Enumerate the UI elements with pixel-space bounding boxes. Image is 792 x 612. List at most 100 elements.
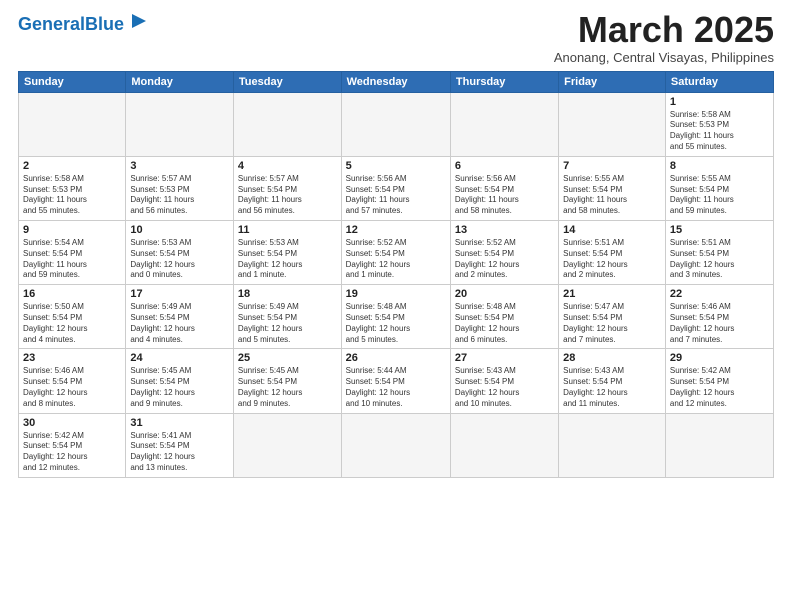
calendar-week-row: 2 Sunrise: 5:58 AM Sunset: 5:53 PM Daylig… — [19, 156, 774, 220]
table-row: 7Sunrise: 5:55 AM Sunset: 5:54 PM Daylig… — [559, 156, 666, 220]
day-info: Sunrise: 5:56 AM Sunset: 5:54 PM Dayligh… — [455, 174, 554, 217]
table-row: 21 Sunrise: 5:47 AM Sunset: 5:54 PM Dayli… — [559, 285, 666, 349]
col-friday: Friday — [559, 71, 666, 92]
table-row: 8Sunrise: 5:55 AM Sunset: 5:54 PM Daylig… — [665, 156, 773, 220]
day-number: 1 — [670, 96, 769, 108]
col-monday: Monday — [126, 71, 234, 92]
day-number: 30 — [23, 417, 121, 429]
day-number: 19 — [346, 288, 446, 300]
day-info: Sunrise: 5:58 AM Sunset: 5:53 PM Dayligh… — [670, 110, 769, 153]
day-number: 23 — [23, 352, 121, 364]
day-info: Sunrise: 5:42 AM Sunset: 5:54 PM Dayligh… — [670, 366, 769, 409]
table-row: 19 Sunrise: 5:48 AM Sunset: 5:54 PM Dayli… — [341, 285, 450, 349]
day-info: Sunrise: 5:51 AM Sunset: 5:54 PM Dayligh… — [563, 238, 661, 281]
day-number: 15 — [670, 224, 769, 236]
table-row: 25 Sunrise: 5:45 AM Sunset: 5:54 PM Dayli… — [233, 349, 341, 413]
table-row: 23 Sunrise: 5:46 AM Sunset: 5:54 PM Dayli… — [19, 349, 126, 413]
page: GeneralBlue March 2025 Anonang, Central … — [0, 0, 792, 612]
day-info: Sunrise: 5:52 AM Sunset: 5:54 PM Dayligh… — [346, 238, 446, 281]
table-row — [233, 413, 341, 477]
day-number: 10 — [130, 224, 229, 236]
day-info: Sunrise: 5:58 AM Sunset: 5:53 PM Dayligh… — [23, 174, 121, 217]
table-row: 14Sunrise: 5:51 AM Sunset: 5:54 PM Dayli… — [559, 220, 666, 284]
calendar-week-row: 1 Sunrise: 5:58 AM Sunset: 5:53 PM Daylig… — [19, 92, 774, 156]
day-number: 24 — [130, 352, 229, 364]
table-row: 2 Sunrise: 5:58 AM Sunset: 5:53 PM Daylig… — [19, 156, 126, 220]
table-row: 6 Sunrise: 5:56 AM Sunset: 5:54 PM Daylig… — [450, 156, 558, 220]
logo-blue: Blue — [85, 14, 124, 34]
day-number: 7 — [563, 160, 661, 172]
col-sunday: Sunday — [19, 71, 126, 92]
table-row: 20Sunrise: 5:48 AM Sunset: 5:54 PM Dayli… — [450, 285, 558, 349]
table-row — [665, 413, 773, 477]
day-number: 5 — [346, 160, 446, 172]
day-info: Sunrise: 5:44 AM Sunset: 5:54 PM Dayligh… — [346, 366, 446, 409]
day-number: 12 — [346, 224, 446, 236]
table-row — [341, 92, 450, 156]
day-info: Sunrise: 5:47 AM Sunset: 5:54 PM Dayligh… — [563, 302, 661, 345]
title-block: March 2025 Anonang, Central Visayas, Phi… — [554, 10, 774, 65]
day-info: Sunrise: 5:50 AM Sunset: 5:54 PM Dayligh… — [23, 302, 121, 345]
day-number: 28 — [563, 352, 661, 364]
calendar-week-row: 9 Sunrise: 5:54 AM Sunset: 5:54 PM Daylig… — [19, 220, 774, 284]
day-info: Sunrise: 5:45 AM Sunset: 5:54 PM Dayligh… — [238, 366, 337, 409]
day-number: 25 — [238, 352, 337, 364]
day-info: Sunrise: 5:41 AM Sunset: 5:54 PM Dayligh… — [130, 431, 229, 474]
table-row — [450, 413, 558, 477]
day-number: 16 — [23, 288, 121, 300]
table-row: 17Sunrise: 5:49 AM Sunset: 5:54 PM Dayli… — [126, 285, 234, 349]
day-number: 29 — [670, 352, 769, 364]
table-row: 15Sunrise: 5:51 AM Sunset: 5:54 PM Dayli… — [665, 220, 773, 284]
day-info: Sunrise: 5:48 AM Sunset: 5:54 PM Dayligh… — [346, 302, 446, 345]
table-row: 29 Sunrise: 5:42 AM Sunset: 5:54 PM Dayli… — [665, 349, 773, 413]
table-row: 12 Sunrise: 5:52 AM Sunset: 5:54 PM Dayli… — [341, 220, 450, 284]
day-info: Sunrise: 5:52 AM Sunset: 5:54 PM Dayligh… — [455, 238, 554, 281]
day-number: 13 — [455, 224, 554, 236]
day-info: Sunrise: 5:42 AM Sunset: 5:54 PM Dayligh… — [23, 431, 121, 474]
col-tuesday: Tuesday — [233, 71, 341, 92]
day-number: 3 — [130, 160, 229, 172]
day-number: 22 — [670, 288, 769, 300]
table-row: 28Sunrise: 5:43 AM Sunset: 5:54 PM Dayli… — [559, 349, 666, 413]
table-row: 26 Sunrise: 5:44 AM Sunset: 5:54 PM Dayli… — [341, 349, 450, 413]
day-number: 9 — [23, 224, 121, 236]
day-info: Sunrise: 5:46 AM Sunset: 5:54 PM Dayligh… — [23, 366, 121, 409]
day-info: Sunrise: 5:54 AM Sunset: 5:54 PM Dayligh… — [23, 238, 121, 281]
day-info: Sunrise: 5:45 AM Sunset: 5:54 PM Dayligh… — [130, 366, 229, 409]
day-number: 26 — [346, 352, 446, 364]
day-info: Sunrise: 5:53 AM Sunset: 5:54 PM Dayligh… — [130, 238, 229, 281]
table-row: 5 Sunrise: 5:56 AM Sunset: 5:54 PM Daylig… — [341, 156, 450, 220]
table-row: 30 Sunrise: 5:42 AM Sunset: 5:54 PM Dayli… — [19, 413, 126, 477]
table-row: 24 Sunrise: 5:45 AM Sunset: 5:54 PM Dayli… — [126, 349, 234, 413]
table-row: 18 Sunrise: 5:49 AM Sunset: 5:54 PM Dayli… — [233, 285, 341, 349]
table-row — [126, 92, 234, 156]
day-number: 18 — [238, 288, 337, 300]
table-row: 31Sunrise: 5:41 AM Sunset: 5:54 PM Dayli… — [126, 413, 234, 477]
table-row: 9 Sunrise: 5:54 AM Sunset: 5:54 PM Daylig… — [19, 220, 126, 284]
month-year: March 2025 — [554, 10, 774, 50]
table-row: 16 Sunrise: 5:50 AM Sunset: 5:54 PM Dayli… — [19, 285, 126, 349]
table-row — [559, 413, 666, 477]
logo-icon — [128, 10, 150, 37]
calendar-week-row: 16 Sunrise: 5:50 AM Sunset: 5:54 PM Dayli… — [19, 285, 774, 349]
day-number: 11 — [238, 224, 337, 236]
day-info: Sunrise: 5:49 AM Sunset: 5:54 PM Dayligh… — [238, 302, 337, 345]
calendar-header-row: Sunday Monday Tuesday Wednesday Thursday… — [19, 71, 774, 92]
day-info: Sunrise: 5:57 AM Sunset: 5:53 PM Dayligh… — [130, 174, 229, 217]
day-number: 8 — [670, 160, 769, 172]
table-row: 4Sunrise: 5:57 AM Sunset: 5:54 PM Daylig… — [233, 156, 341, 220]
day-number: 4 — [238, 160, 337, 172]
table-row: 13 Sunrise: 5:52 AM Sunset: 5:54 PM Dayli… — [450, 220, 558, 284]
table-row: 22Sunrise: 5:46 AM Sunset: 5:54 PM Dayli… — [665, 285, 773, 349]
day-info: Sunrise: 5:53 AM Sunset: 5:54 PM Dayligh… — [238, 238, 337, 281]
day-info: Sunrise: 5:56 AM Sunset: 5:54 PM Dayligh… — [346, 174, 446, 217]
day-info: Sunrise: 5:43 AM Sunset: 5:54 PM Dayligh… — [455, 366, 554, 409]
day-number: 2 — [23, 160, 121, 172]
day-number: 6 — [455, 160, 554, 172]
table-row — [233, 92, 341, 156]
table-row: 10 Sunrise: 5:53 AM Sunset: 5:54 PM Dayli… — [126, 220, 234, 284]
day-number: 27 — [455, 352, 554, 364]
table-row — [450, 92, 558, 156]
logo: GeneralBlue — [18, 10, 150, 37]
day-number: 21 — [563, 288, 661, 300]
